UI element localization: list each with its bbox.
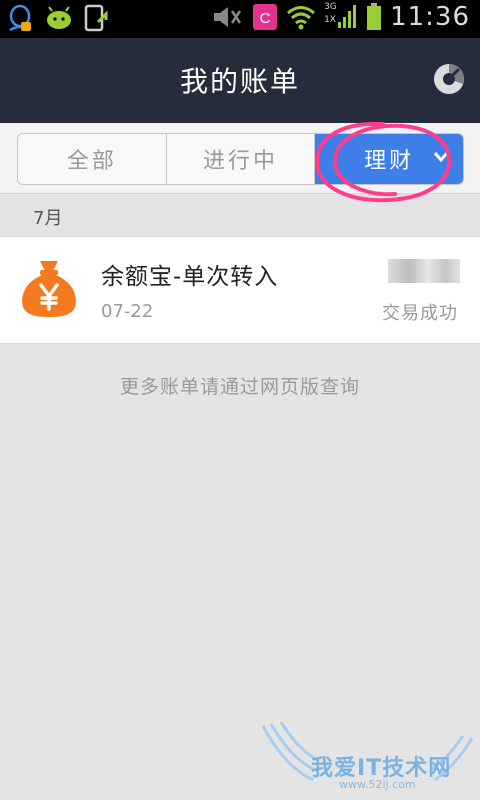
tab-finance-label: 理财: [364, 149, 415, 174]
svg-text:C: C: [260, 10, 271, 27]
screenshot-icon: [84, 4, 108, 32]
bill-amount-blurred: [388, 259, 460, 283]
bill-date: 07-22: [101, 301, 154, 322]
signal-indicator: 3G 1X: [324, 2, 358, 32]
status-bar: C 3G 1X 11:36: [0, 0, 480, 38]
refresh-icon: [434, 64, 464, 94]
refresh-button[interactable]: [432, 62, 466, 100]
signal-icon: [338, 5, 357, 28]
tab-all[interactable]: 全部: [18, 134, 166, 184]
network-type: 3G: [324, 2, 337, 12]
bill-name: 余额宝-单次转入: [101, 264, 279, 290]
tab-all-label: 全部: [66, 149, 117, 174]
mute-icon: [214, 7, 242, 27]
bill-row[interactable]: 余额宝-单次转入 07-22 交易成功: [0, 236, 480, 344]
bill-status: 交易成功: [382, 303, 458, 324]
money-bag-icon: [22, 261, 76, 317]
status-time: 11:36: [390, 2, 470, 32]
battery-icon: [367, 3, 382, 30]
chevron-down-icon: [433, 152, 449, 163]
page-title: 我的账单: [179, 65, 300, 98]
month-header: 7月: [33, 208, 63, 229]
tab-bar: 全部 进行中 理财: [0, 123, 480, 194]
watermark: 我爱IT技术网 www.52ij.com: [255, 718, 480, 800]
tab-in-progress[interactable]: 进行中: [165, 134, 315, 184]
qq-icon: [9, 4, 31, 32]
tab-finance[interactable]: 理财: [314, 134, 463, 184]
title-bar: 我的账单: [0, 38, 480, 123]
more-bills-hint: 更多账单请通过网页版查询: [119, 376, 360, 398]
segmented-tabs: 全部 进行中 理财: [17, 133, 464, 185]
tab-in-progress-label: 进行中: [203, 149, 279, 174]
network-type-secondary: 1X: [324, 15, 336, 25]
android-icon: [47, 6, 71, 29]
wifi-icon: [287, 6, 316, 30]
watermark-url: www.52ij.com: [339, 778, 416, 791]
app-c-icon: C: [253, 4, 278, 30]
